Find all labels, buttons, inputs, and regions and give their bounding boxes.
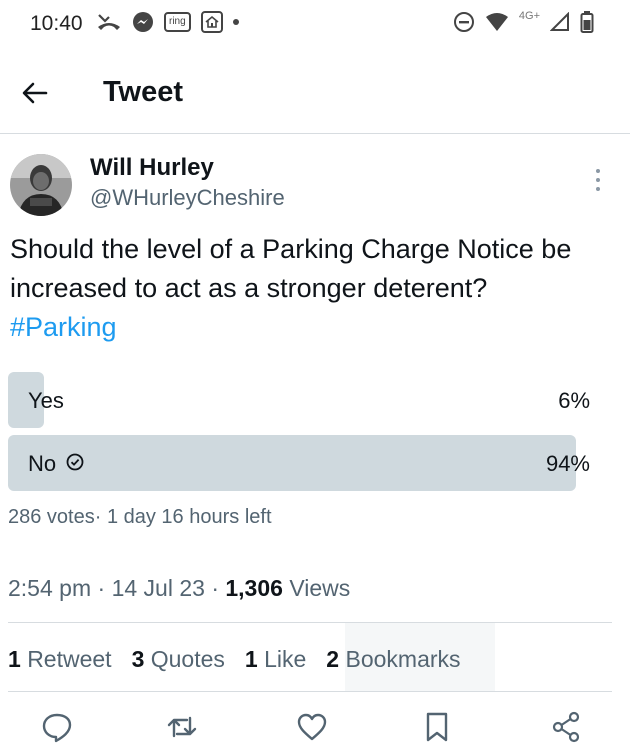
divider xyxy=(8,691,612,692)
tweet-actions xyxy=(0,706,630,750)
views-count: 1,306 xyxy=(225,575,283,601)
avatar[interactable] xyxy=(10,154,72,216)
wifi-icon xyxy=(485,12,509,32)
tweet-date: 14 Jul 23 xyxy=(111,575,205,601)
signal-icon xyxy=(550,12,570,32)
page-title: Tweet xyxy=(103,76,184,108)
status-icons-right: 4G+ xyxy=(453,10,594,33)
ring-icon: ring xyxy=(164,12,191,32)
author-handle[interactable]: @WHurleyCheshire xyxy=(90,185,285,211)
reply-icon[interactable] xyxy=(40,710,74,744)
do-not-disturb-icon xyxy=(453,11,475,33)
status-time: 10:40 xyxy=(30,12,83,35)
tweet-time: 2:54 pm xyxy=(8,575,92,601)
tweet-text: Should the level of a Parking Charge Not… xyxy=(10,230,620,347)
poll-option-label: No xyxy=(28,451,84,477)
hashtag-link[interactable]: #Parking xyxy=(10,312,117,342)
tweet-timestamp: 2:54 pm · 14 Jul 23 · 1,306 Views xyxy=(8,575,350,602)
notification-dot-icon xyxy=(232,19,239,25)
more-options-icon[interactable] xyxy=(588,166,608,194)
engagement-stats: 1 Retweet 3 Quotes 1 Like 2 Bookmarks xyxy=(8,646,461,673)
like-icon[interactable] xyxy=(295,710,329,744)
top-app-bar: Tweet xyxy=(0,66,630,122)
retweet-icon[interactable] xyxy=(165,710,199,744)
header-divider xyxy=(0,133,630,134)
messenger-icon xyxy=(132,11,154,33)
bookmarks-stat[interactable]: 2 Bookmarks xyxy=(326,646,460,673)
author-name[interactable]: Will Hurley xyxy=(90,154,214,182)
poll-option-no[interactable]: No 94% xyxy=(8,435,612,491)
home-icon xyxy=(200,11,223,33)
poll-meta: 286 votes· 1 day 16 hours left xyxy=(8,506,272,528)
retweets-stat[interactable]: 1 Retweet xyxy=(8,646,112,673)
poll-option-percent: 6% xyxy=(558,388,590,413)
status-icons-left: ring xyxy=(96,11,239,33)
share-icon[interactable] xyxy=(549,710,583,744)
poll-option-percent: 94% xyxy=(545,451,590,476)
divider xyxy=(8,622,612,623)
tweet-body: Should the level of a Parking Charge Not… xyxy=(10,234,572,303)
quotes-stat[interactable]: 3 Quotes xyxy=(132,646,225,673)
poll-fill-bar xyxy=(8,435,576,491)
separator-dot: · xyxy=(211,575,219,601)
likes-stat[interactable]: 1 Like xyxy=(245,646,306,673)
check-circle-icon xyxy=(66,451,84,477)
separator-dot: · xyxy=(97,575,106,601)
network-type-label: 4G+ xyxy=(518,10,540,22)
poll-option-label: Yes xyxy=(28,388,64,413)
status-bar: 10:40 ring 4G+ xyxy=(0,0,630,48)
battery-icon xyxy=(580,11,594,33)
bookmark-icon[interactable] xyxy=(420,710,454,744)
missed-call-icon xyxy=(96,11,122,33)
poll-option-yes[interactable]: Yes 6% xyxy=(8,372,612,428)
views-label: Views xyxy=(289,575,351,601)
back-arrow-icon[interactable] xyxy=(20,78,50,108)
